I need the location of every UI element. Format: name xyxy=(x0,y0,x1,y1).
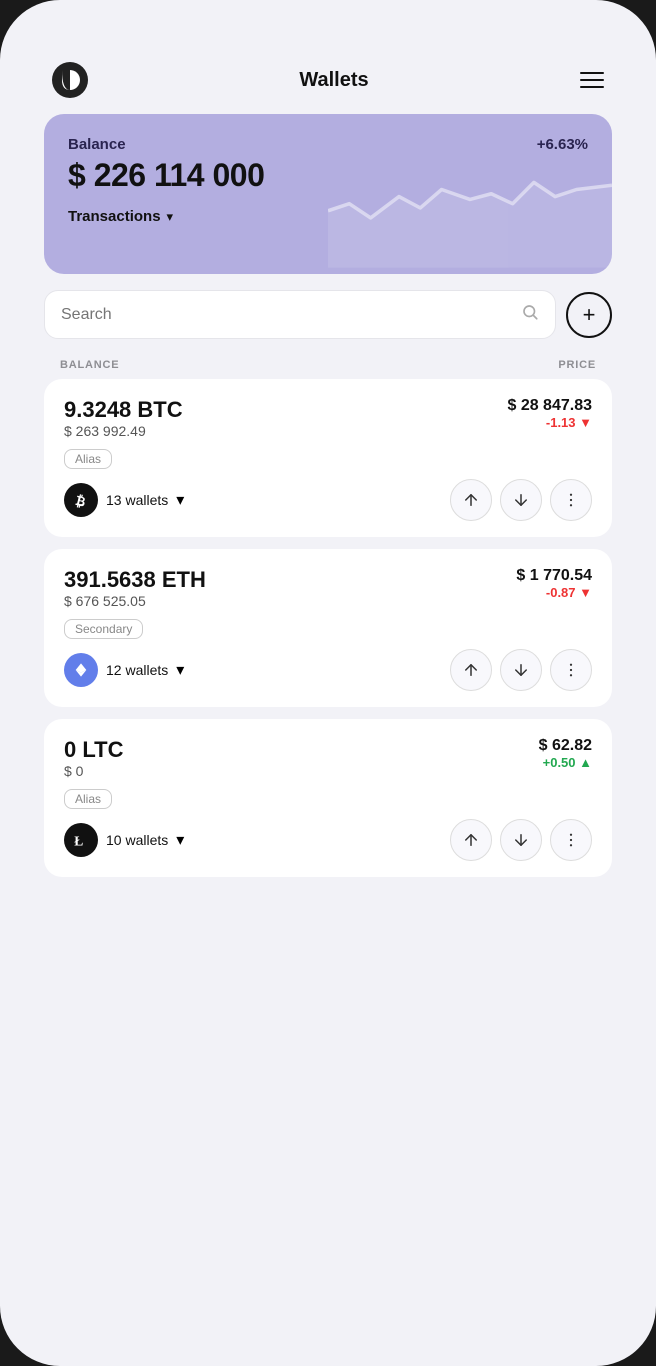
balance-label: Balance xyxy=(68,136,588,153)
crypto-card-ltc: 0 LTC $ 0 $ 62.82 +0.50 ▲ Alias Ł xyxy=(44,719,612,877)
menu-button[interactable] xyxy=(580,72,604,88)
column-headers: BALANCE PRICE xyxy=(28,347,628,379)
search-input[interactable] xyxy=(61,306,511,324)
btc-card-bottom: 13 wallets ▾ xyxy=(64,479,592,521)
card-top-btc: 9.3248 BTC $ 263 992.49 $ 28 847.83 -1.1… xyxy=(64,397,592,447)
header: Wallets xyxy=(28,40,628,114)
btc-price-col: $ 28 847.83 -1.13 ▼ xyxy=(507,397,592,430)
ltc-price: $ 62.82 xyxy=(539,737,592,755)
eth-amount: 391.5638 ETH xyxy=(64,567,206,593)
btc-receive-button[interactable] xyxy=(500,479,542,521)
btc-price: $ 28 847.83 xyxy=(507,397,592,415)
search-wrapper xyxy=(44,290,556,339)
balance-chart xyxy=(328,154,612,268)
ltc-actions xyxy=(450,819,592,861)
eth-wallets-chevron-icon: ▾ xyxy=(176,660,184,680)
btc-wallet-info: 13 wallets ▾ xyxy=(64,483,184,517)
balance-card: Balance +6.63% $ 226 114 000 Transaction… xyxy=(44,114,612,274)
eth-wallet-info: 12 wallets ▾ xyxy=(64,653,184,687)
ltc-card-bottom: Ł 10 wallets ▾ xyxy=(64,819,592,861)
ltc-change: +0.50 ▲ xyxy=(543,755,592,770)
btc-amount: 9.3248 BTC xyxy=(64,397,183,423)
ltc-wallet-info: Ł 10 wallets ▾ xyxy=(64,823,184,857)
card-top-eth: 391.5638 ETH $ 676 525.05 $ 1 770.54 -0.… xyxy=(64,567,592,617)
ltc-more-button[interactable] xyxy=(550,819,592,861)
ltc-wallets-chevron-icon: ▾ xyxy=(176,830,184,850)
eth-value: $ 676 525.05 xyxy=(64,593,206,609)
ltc-wallets-count: 10 wallets xyxy=(106,832,168,848)
svg-text:Ł: Ł xyxy=(74,833,83,848)
btc-change: -1.13 ▼ xyxy=(546,415,592,430)
eth-price-col: $ 1 770.54 -0.87 ▼ xyxy=(516,567,592,600)
app-container: Wallets Balance +6.63% $ 226 114 000 Tra… xyxy=(28,40,628,1326)
ltc-price-col: $ 62.82 +0.50 ▲ xyxy=(539,737,592,770)
balance-col-header: BALANCE xyxy=(60,359,119,371)
eth-alias: Secondary xyxy=(64,619,143,639)
eth-logo xyxy=(64,653,98,687)
phone-frame: Wallets Balance +6.63% $ 226 114 000 Tra… xyxy=(0,0,656,1366)
search-icon xyxy=(521,303,539,326)
price-col-header: PRICE xyxy=(558,359,596,371)
app-logo-icon xyxy=(52,62,88,98)
eth-price: $ 1 770.54 xyxy=(516,567,592,585)
btc-wallets-chevron-icon: ▾ xyxy=(176,490,184,510)
btc-send-button[interactable] xyxy=(450,479,492,521)
btc-logo xyxy=(64,483,98,517)
eth-change: -0.87 ▼ xyxy=(546,585,592,600)
eth-receive-button[interactable] xyxy=(500,649,542,691)
eth-wallets-count: 12 wallets xyxy=(106,662,168,678)
balance-percent: +6.63% xyxy=(537,136,588,153)
ltc-receive-button[interactable] xyxy=(500,819,542,861)
add-wallet-button[interactable]: + xyxy=(566,292,612,338)
eth-card-bottom: 12 wallets ▾ xyxy=(64,649,592,691)
eth-send-button[interactable] xyxy=(450,649,492,691)
crypto-cards-list: 9.3248 BTC $ 263 992.49 $ 28 847.83 -1.1… xyxy=(28,379,628,877)
card-top-ltc: 0 LTC $ 0 $ 62.82 +0.50 ▲ xyxy=(64,737,592,787)
btc-actions xyxy=(450,479,592,521)
crypto-card-eth: 391.5638 ETH $ 676 525.05 $ 1 770.54 -0.… xyxy=(44,549,612,707)
btc-more-button[interactable] xyxy=(550,479,592,521)
ltc-amount: 0 LTC xyxy=(64,737,123,763)
transactions-chevron-icon: ▾ xyxy=(167,209,174,225)
ltc-logo: Ł xyxy=(64,823,98,857)
btc-alias: Alias xyxy=(64,449,112,469)
eth-actions xyxy=(450,649,592,691)
page-title: Wallets xyxy=(299,69,368,92)
btc-value: $ 263 992.49 xyxy=(64,423,183,439)
ltc-value: $ 0 xyxy=(64,763,123,779)
btc-wallets-count: 13 wallets xyxy=(106,492,168,508)
transactions-label: Transactions xyxy=(68,208,161,225)
search-section: + xyxy=(44,290,612,339)
crypto-card-btc: 9.3248 BTC $ 263 992.49 $ 28 847.83 -1.1… xyxy=(44,379,612,537)
ltc-alias: Alias xyxy=(64,789,112,809)
eth-more-button[interactable] xyxy=(550,649,592,691)
ltc-send-button[interactable] xyxy=(450,819,492,861)
